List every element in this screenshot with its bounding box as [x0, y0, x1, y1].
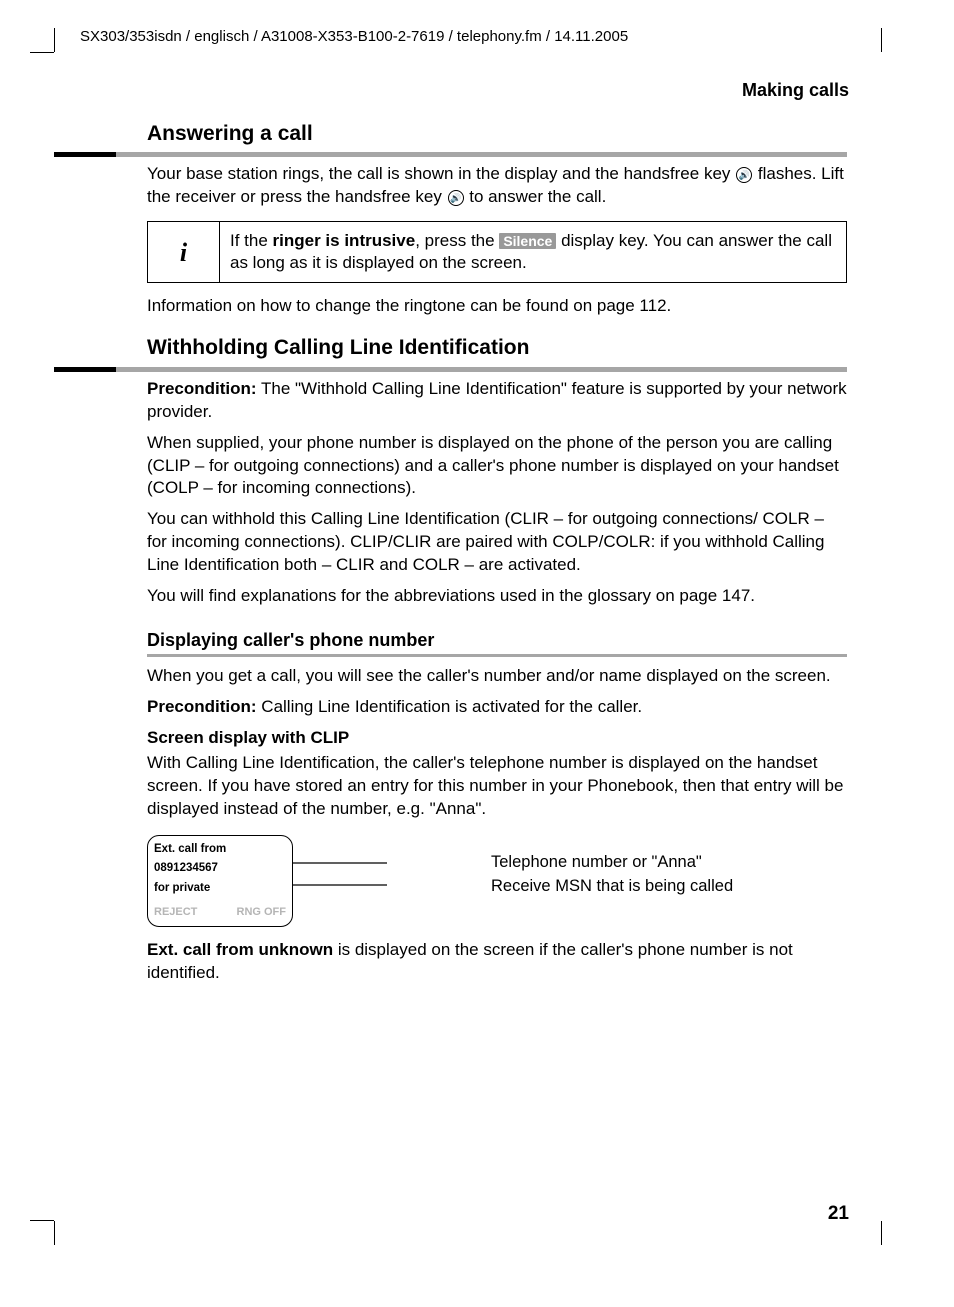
body-text: When supplied, your phone number is disp…: [147, 432, 847, 501]
section-heading-rule: [54, 367, 847, 372]
silence-display-key: Silence: [499, 233, 556, 249]
sub-sub-heading: Screen display with CLIP: [147, 728, 349, 747]
callout-label: Receive MSN that is being called: [491, 875, 733, 899]
info-text: If the ringer is intrusive, press the Si…: [220, 222, 846, 282]
section-heading: Withholding Calling Line Identification: [147, 334, 847, 362]
text: to answer the call.: [469, 187, 606, 206]
callout-labels: Telephone number or "Anna" Receive MSN t…: [491, 835, 733, 899]
text-bold: Precondition:: [147, 379, 257, 398]
document-header: SX303/353isdn / englisch / A31008-X353-B…: [80, 28, 628, 45]
chapter-title: Making calls: [742, 80, 849, 101]
phone-screen-diagram: Ext. call from 0891234567 for private RE…: [147, 835, 847, 927]
subsection-heading-wrap: Displaying caller's phone number: [147, 628, 847, 657]
body-text: With Calling Line Identification, the ca…: [147, 752, 847, 821]
body-text: Screen display with CLIP: [147, 727, 847, 750]
body-text: Your base station rings, the call is sho…: [147, 163, 847, 209]
text-bold: Precondition:: [147, 697, 257, 716]
screen-line: for private: [148, 879, 292, 898]
handsfree-icon: 🔊: [448, 190, 464, 206]
info-icon: i: [148, 222, 220, 282]
body-text: Precondition: The "Withhold Calling Line…: [147, 378, 847, 424]
crop-mark: [881, 28, 882, 52]
subsection-heading: Displaying caller's phone number: [147, 628, 847, 652]
body-text: Ext. call from unknown is displayed on t…: [147, 939, 847, 985]
crop-mark: [881, 1221, 882, 1245]
callout-connector-icon: [293, 835, 491, 925]
page-number: 21: [828, 1203, 849, 1225]
callout-lines: [293, 835, 491, 917]
page: SX303/353isdn / englisch / A31008-X353-B…: [0, 0, 954, 1307]
text-bold: Ext. call from unknown: [147, 940, 333, 959]
softkey-row: REJECT RNG OFF: [148, 898, 292, 927]
text: Calling Line Identification is activated…: [257, 697, 643, 716]
body-text: Precondition: Calling Line Identificatio…: [147, 696, 847, 719]
handsfree-icon: 🔊: [736, 167, 752, 183]
section-heading-wrap: Answering a call: [147, 120, 847, 157]
crop-mark: [30, 1220, 54, 1221]
subsection-heading-rule: [147, 654, 847, 657]
text: , press the: [415, 231, 499, 250]
text: Your base station rings, the call is sho…: [147, 164, 735, 183]
section-heading: Answering a call: [147, 120, 847, 148]
screen-line: 0891234567: [148, 859, 292, 878]
softkey-left: REJECT: [154, 904, 197, 921]
info-box: i If the ringer is intrusive, press the …: [147, 221, 847, 283]
text: If the: [230, 231, 273, 250]
body-text: Information on how to change the rington…: [147, 295, 847, 318]
text-bold: ringer is intrusive: [273, 231, 416, 250]
callout-label: Telephone number or "Anna": [491, 851, 733, 875]
section-heading-rule: [54, 152, 847, 157]
screen-line: Ext. call from: [148, 840, 292, 859]
phone-screen: Ext. call from 0891234567 for private RE…: [147, 835, 293, 927]
crop-mark: [30, 52, 54, 53]
content-area: Answering a call Your base station rings…: [147, 120, 847, 993]
crop-mark: [54, 1221, 55, 1245]
body-text: When you get a call, you will see the ca…: [147, 665, 847, 688]
body-text: You can withhold this Calling Line Ident…: [147, 508, 847, 577]
crop-mark: [54, 28, 55, 52]
body-text: You will find explanations for the abbre…: [147, 585, 847, 608]
section-heading-wrap: Withholding Calling Line Identification: [147, 334, 847, 371]
softkey-right: RNG OFF: [237, 904, 287, 921]
